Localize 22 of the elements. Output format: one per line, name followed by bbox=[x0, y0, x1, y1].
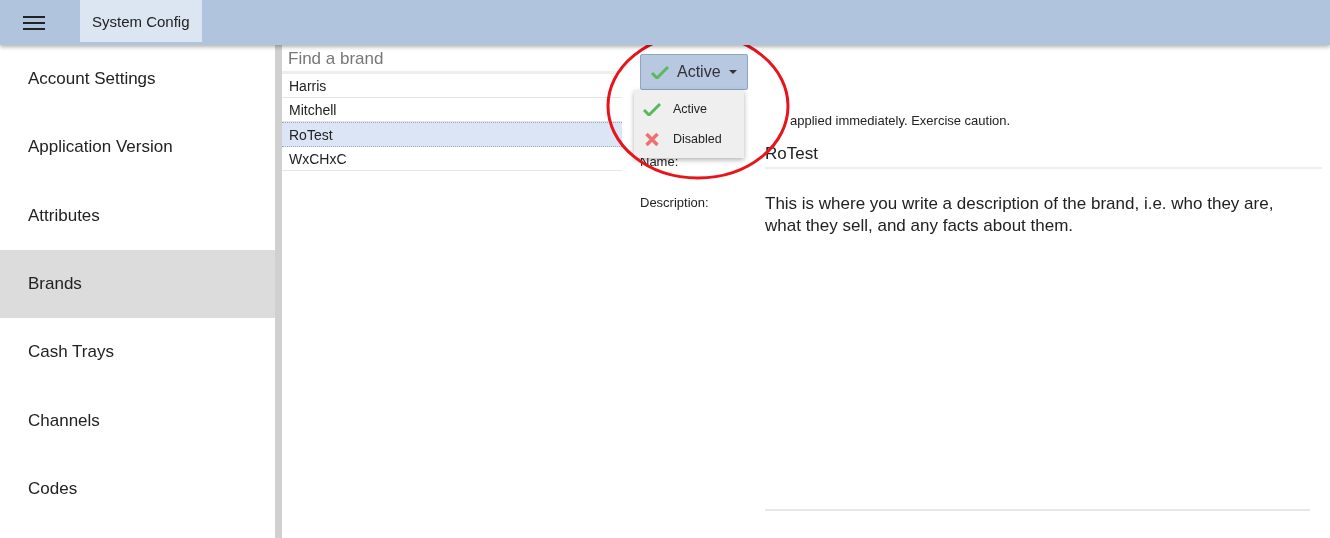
warning-text: applied immediately. Exercise caution. bbox=[790, 113, 1012, 128]
name-field[interactable]: RoTest bbox=[765, 144, 1322, 169]
description-field[interactable]: This is where you write a description of the brand, i.e. who they are, what they sell, and any facts about them. bbox=[765, 193, 1310, 511]
cross-icon bbox=[643, 131, 661, 147]
sidebar-item[interactable]: Account Settings bbox=[0, 45, 275, 114]
app-title[interactable]: System Config bbox=[80, 0, 202, 42]
sidebar-item[interactable]: Application Version bbox=[0, 113, 275, 182]
sidebar-item[interactable]: Attributes bbox=[0, 181, 275, 250]
check-icon bbox=[643, 102, 661, 116]
sidebar-item[interactable]: Cash Trays bbox=[0, 318, 275, 387]
field-label: Description: bbox=[640, 194, 710, 212]
check-icon bbox=[651, 65, 669, 79]
sidebar-item[interactable]: Brands bbox=[0, 249, 275, 319]
sidebar-item[interactable]: Codes bbox=[0, 454, 275, 524]
brand-row[interactable]: WxCHxC bbox=[282, 147, 622, 171]
menu-option[interactable]: Disabled bbox=[634, 124, 744, 154]
sidebar-item[interactable]: Channels bbox=[0, 386, 275, 455]
menu-option[interactable]: Active bbox=[634, 94, 744, 124]
brand-row[interactable]: RoTest bbox=[282, 122, 622, 147]
status-dropdown[interactable]: Active bbox=[640, 54, 748, 90]
brand-row[interactable]: Harris bbox=[282, 74, 622, 98]
caret-icon bbox=[728, 70, 737, 74]
